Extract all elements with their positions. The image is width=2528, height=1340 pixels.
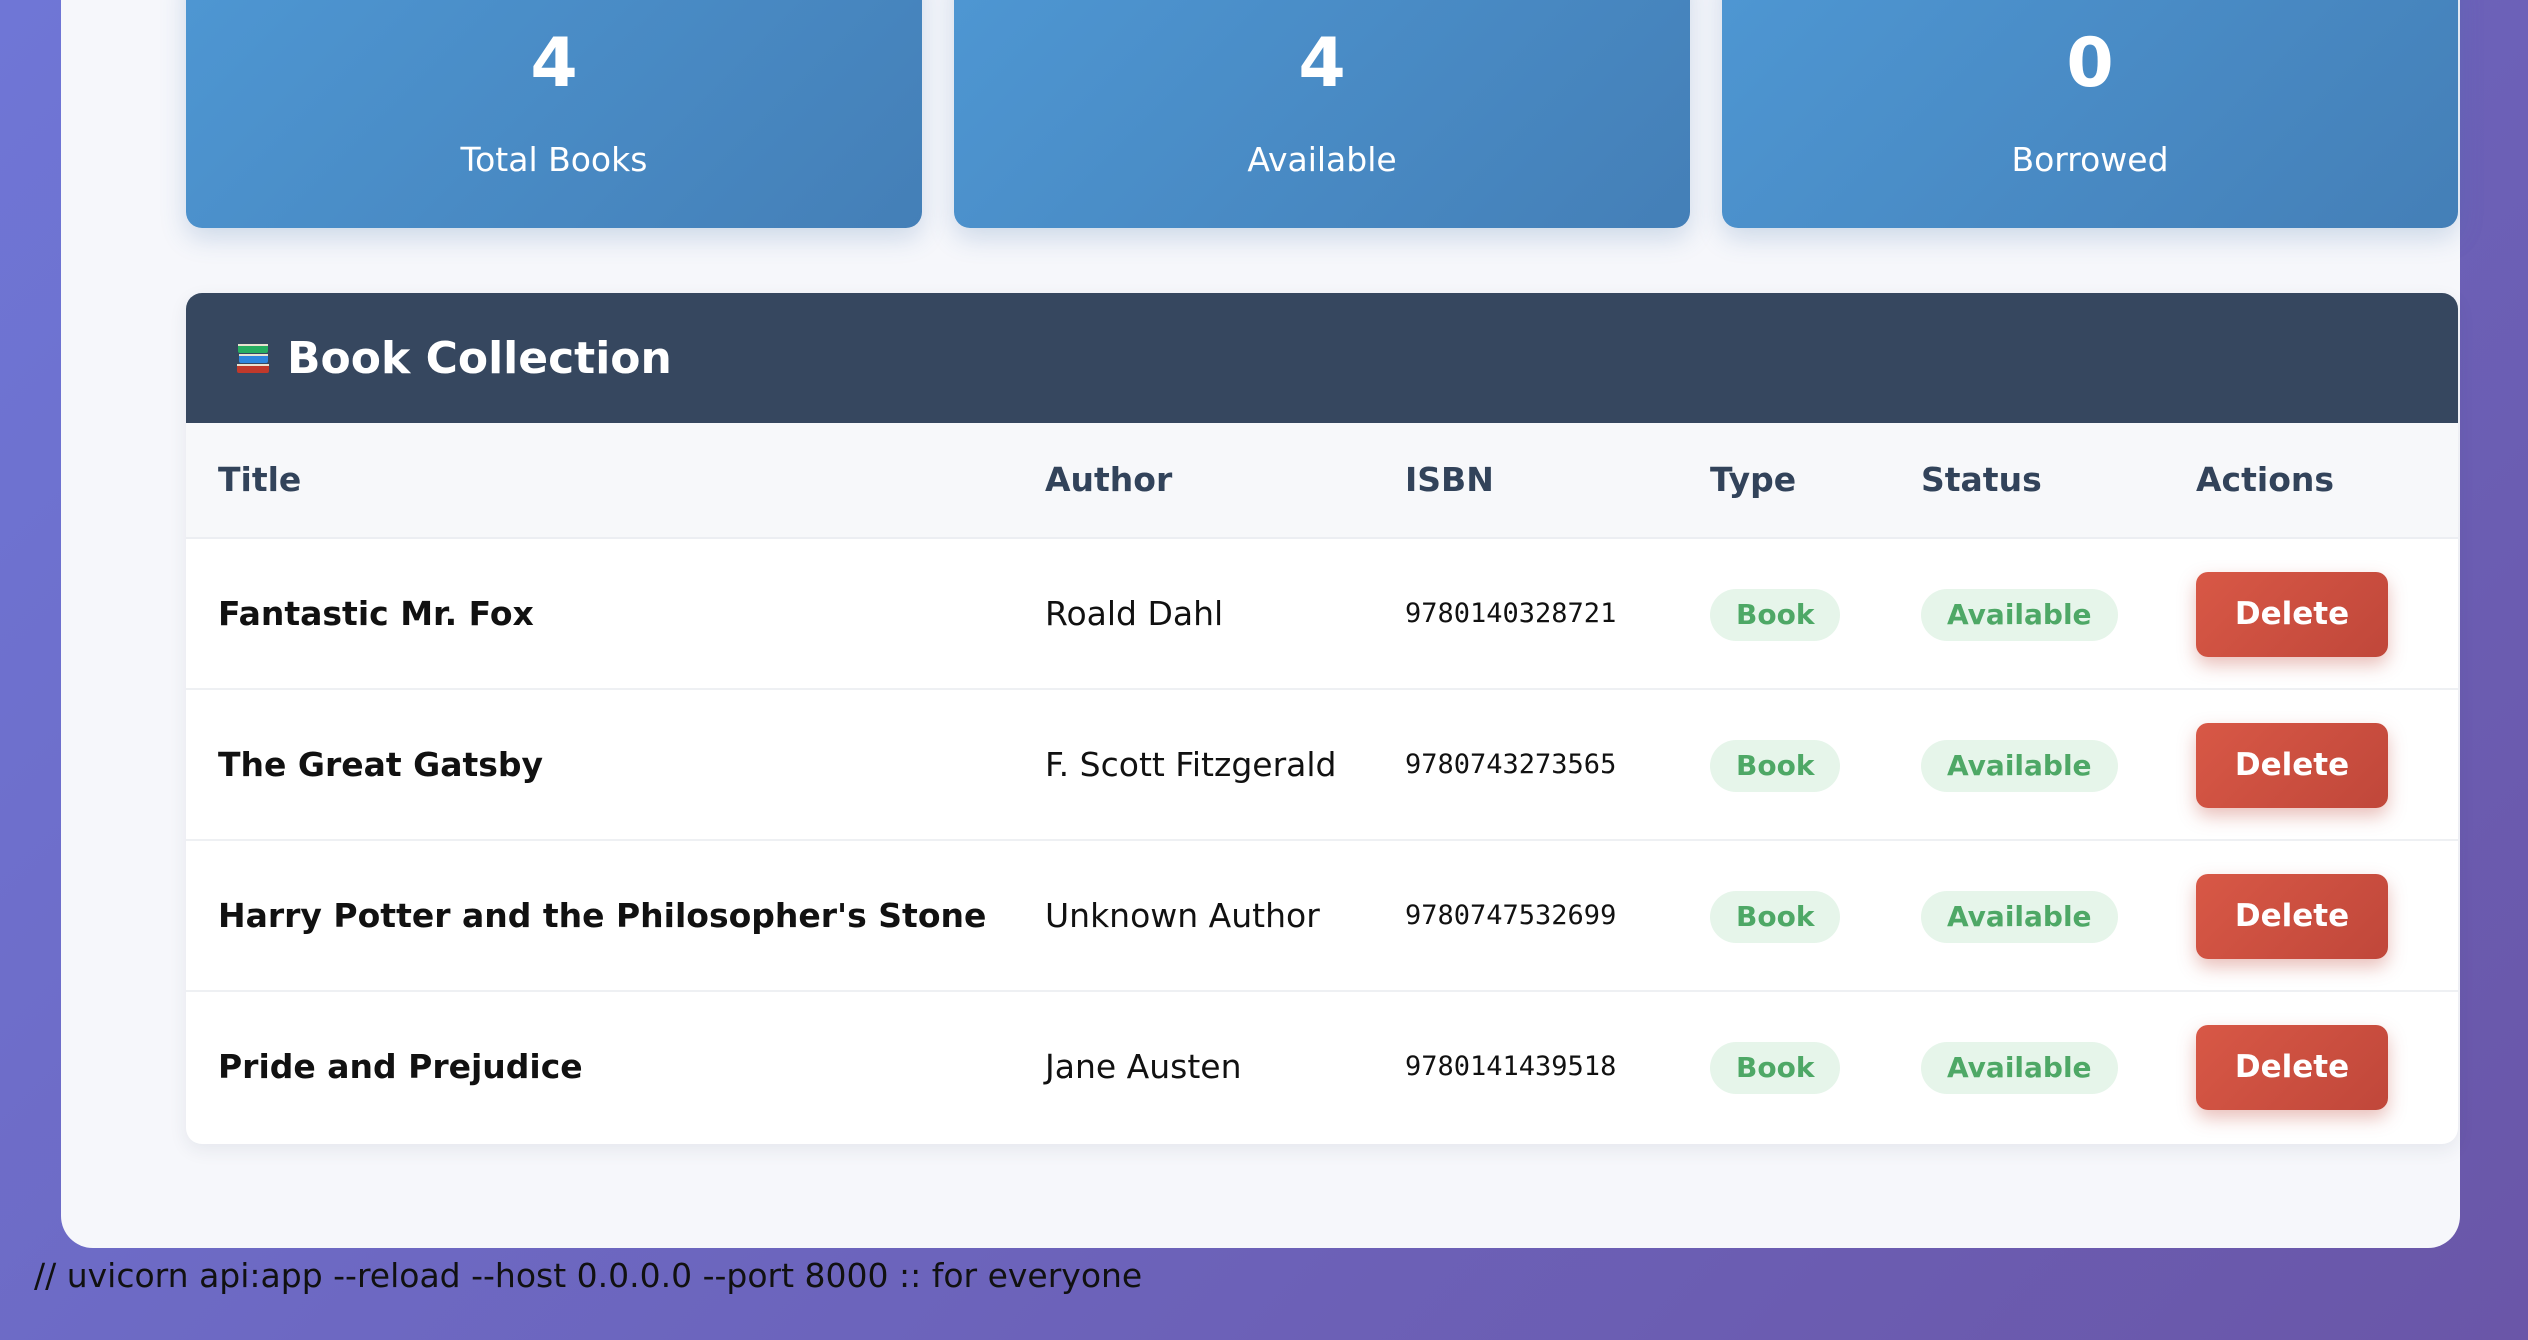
stat-label: Borrowed (2011, 140, 2169, 179)
status-badge: Available (1921, 1042, 2118, 1094)
main-container: 4 Total Books 4 Available 0 Borrowed Boo… (61, 0, 2460, 1248)
table-row: The Great Gatsby F. Scott Fitzgerald 978… (186, 690, 2458, 841)
delete-button[interactable]: Delete (2196, 874, 2388, 959)
type-badge: Book (1710, 891, 1841, 943)
column-header-isbn: ISBN (1405, 460, 1494, 499)
type-badge: Book (1710, 589, 1841, 641)
book-title: Harry Potter and the Philosopher's Stone (218, 896, 987, 935)
book-isbn: 9780743273565 (1405, 749, 1617, 780)
book-title: The Great Gatsby (218, 745, 544, 784)
type-badge: Book (1710, 1042, 1841, 1094)
stat-value: 4 (530, 24, 578, 103)
stat-value: 4 (1298, 24, 1346, 103)
stats-row: 4 Total Books 4 Available 0 Borrowed (186, 0, 2458, 228)
book-author: F. Scott Fitzgerald (1045, 745, 1337, 784)
panel-header: Book Collection (186, 293, 2458, 423)
footer-note: // uvicorn api:app --reload --host 0.0.0… (34, 1256, 1143, 1295)
book-title: Pride and Prejudice (218, 1047, 583, 1086)
delete-button[interactable]: Delete (2196, 1025, 2388, 1110)
stat-label: Total Books (460, 140, 648, 179)
table-row: Harry Potter and the Philosopher's Stone… (186, 841, 2458, 992)
delete-button[interactable]: Delete (2196, 723, 2388, 808)
table-header: Title Author ISBN Type Status Actions (186, 423, 2458, 539)
book-author: Unknown Author (1045, 896, 1320, 935)
column-header-title: Title (218, 460, 302, 499)
status-badge: Available (1921, 589, 2118, 641)
stat-label: Available (1247, 140, 1397, 179)
table-row: Fantastic Mr. Fox Roald Dahl 97801403287… (186, 539, 2458, 690)
stat-card-available: 4 Available (954, 0, 1690, 228)
type-badge: Book (1710, 740, 1841, 792)
column-header-actions: Actions (2196, 460, 2334, 499)
book-isbn: 9780141439518 (1405, 1051, 1617, 1082)
column-header-type: Type (1710, 460, 1797, 499)
book-isbn: 9780747532699 (1405, 900, 1617, 931)
stat-value: 0 (2066, 24, 2114, 103)
book-title: Fantastic Mr. Fox (218, 594, 534, 633)
panel-title: Book Collection (287, 333, 672, 384)
book-author: Roald Dahl (1045, 594, 1224, 633)
book-collection-panel: Book Collection Title Author ISBN Type S… (186, 293, 2458, 1144)
book-author: Jane Austen (1045, 1047, 1242, 1086)
delete-button[interactable]: Delete (2196, 572, 2388, 657)
table-row: Pride and Prejudice Jane Austen 97801414… (186, 992, 2458, 1143)
stat-card-borrowed: 0 Borrowed (1722, 0, 2458, 228)
book-isbn: 9780140328721 (1405, 598, 1617, 629)
books-icon (235, 336, 271, 376)
status-badge: Available (1921, 740, 2118, 792)
status-badge: Available (1921, 891, 2118, 943)
stat-card-total-books: 4 Total Books (186, 0, 922, 228)
column-header-author: Author (1045, 460, 1173, 499)
column-header-status: Status (1921, 460, 2042, 499)
